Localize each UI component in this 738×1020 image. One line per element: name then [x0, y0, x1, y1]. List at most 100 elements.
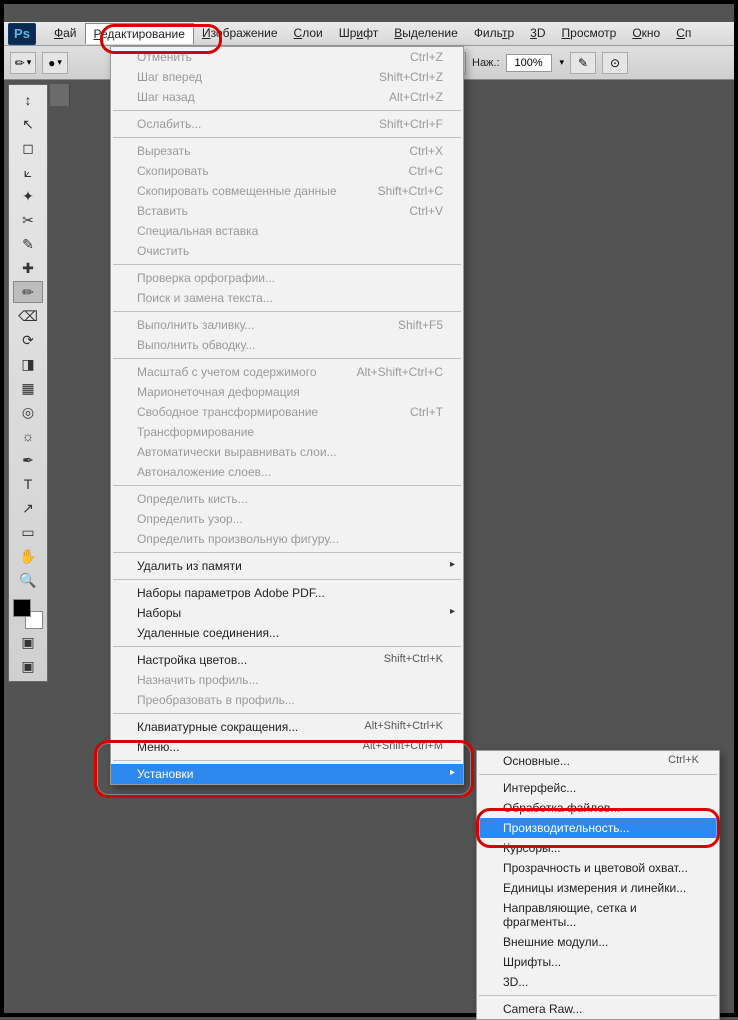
menu-entry[interactable]: Удаленные соединения...: [111, 623, 463, 643]
menu-item[interactable]: Слои: [286, 23, 331, 44]
zoom-tool[interactable]: 🔍: [13, 569, 43, 591]
pressure-label: Наж.:: [472, 57, 500, 69]
menu-entry: Определить узор...: [111, 509, 463, 529]
menu-entry-label: Наборы: [137, 606, 181, 620]
menu-entry-shortcut: Ctrl+C: [409, 164, 443, 178]
menu-entry[interactable]: Производительность...: [477, 818, 719, 838]
menu-item[interactable]: Изображение: [194, 23, 286, 44]
menu-entry: Выполнить заливку...Shift+F5: [111, 315, 463, 335]
menu-entry[interactable]: Меню...Alt+Shift+Ctrl+M: [111, 737, 463, 757]
menu-item[interactable]: Просмотр: [554, 23, 625, 44]
shape-tool[interactable]: ▭: [13, 521, 43, 543]
lasso-tool[interactable]: ⟀: [13, 161, 43, 183]
menu-separator: [479, 995, 717, 996]
menu-separator: [113, 311, 461, 312]
stamp-tool[interactable]: ⌫: [13, 305, 43, 327]
menu-entry[interactable]: Наборы параметров Adobe PDF...: [111, 583, 463, 603]
menu-entry-label: Camera Raw...: [503, 1002, 582, 1016]
menu-entry[interactable]: Основные...Ctrl+K: [477, 751, 719, 771]
menu-item[interactable]: Фай: [46, 23, 85, 44]
menu-item[interactable]: Окно: [624, 23, 668, 44]
menu-entry[interactable]: Направляющие, сетка и фрагменты...: [477, 898, 719, 932]
menu-entry-label: Назначить профиль...: [137, 673, 258, 687]
menu-separator: [113, 713, 461, 714]
menu-entry-label: Выполнить обводку...: [137, 338, 255, 352]
menu-entry[interactable]: Единицы измерения и линейки...: [477, 878, 719, 898]
menu-separator: [113, 110, 461, 111]
menu-entry[interactable]: Внешние модули...: [477, 932, 719, 952]
menu-entry: Масштаб с учетом содержимогоAlt+Shift+Ct…: [111, 362, 463, 382]
menu-entry-label: Шрифты...: [503, 955, 561, 969]
crop-tool[interactable]: ✂: [13, 209, 43, 231]
move-tool[interactable]: ↖: [13, 113, 43, 135]
titlebar: [4, 4, 734, 22]
eyedropper-tool[interactable]: ✎: [13, 233, 43, 255]
menu-entry-label: Проверка орфографии...: [137, 271, 275, 285]
pressure-input[interactable]: [506, 54, 552, 72]
menu-entry[interactable]: Прозрачность и цветовой охват...: [477, 858, 719, 878]
menu-entry[interactable]: Клавиатурные сокращения...Alt+Shift+Ctrl…: [111, 717, 463, 737]
menu-entry[interactable]: Шрифты...: [477, 952, 719, 972]
dodge-tool[interactable]: ☼: [13, 425, 43, 447]
menu-entry-label: Выполнить заливку...: [137, 318, 254, 332]
menu-entry[interactable]: 3D...: [477, 972, 719, 992]
menu-entry[interactable]: Установки: [111, 764, 463, 784]
edit-quickmask-icon[interactable]: ▣: [13, 631, 43, 653]
menu-entry[interactable]: Camera Raw...: [477, 999, 719, 1019]
menu-separator: [113, 137, 461, 138]
menu-entry: Поиск и замена текста...: [111, 288, 463, 308]
menu-entry-shortcut: Alt+Shift+Ctrl+M: [363, 740, 443, 754]
marquee-tool[interactable]: ◻: [13, 137, 43, 159]
menu-entry-label: Очистить: [137, 244, 189, 258]
menu-entry-label: Интерфейс...: [503, 781, 576, 795]
menu-entry-shortcut: Ctrl+V: [409, 204, 443, 218]
menu-item[interactable]: Фильтр: [466, 23, 522, 44]
menu-entry-shortcut: Ctrl+X: [409, 144, 443, 158]
pen-tool[interactable]: ✒: [13, 449, 43, 471]
menu-entry-label: Специальная вставка: [137, 224, 258, 238]
type-tool[interactable]: T: [13, 473, 43, 495]
menu-entry[interactable]: Удалить из памяти: [111, 556, 463, 576]
tool-preset-picker[interactable]: ✏▾: [10, 52, 36, 74]
menu-entry-label: Отменить: [137, 50, 192, 64]
menu-entry[interactable]: Интерфейс...: [477, 778, 719, 798]
history-brush[interactable]: ⟳: [13, 329, 43, 351]
menu-entry-label: 3D...: [503, 975, 528, 989]
menu-entry-label: Шаг назад: [137, 90, 195, 104]
brush-tool[interactable]: ✏: [13, 281, 43, 303]
menu-entry-label: Направляющие, сетка и фрагменты...: [503, 901, 699, 929]
menu-entry: Автоналожение слоев...: [111, 462, 463, 482]
menu-entry[interactable]: Обработка файлов...: [477, 798, 719, 818]
menu-entry[interactable]: Настройка цветов...Shift+Ctrl+K: [111, 650, 463, 670]
menu-entry-label: Установки: [137, 767, 193, 781]
menu-entry-shortcut: Ctrl+T: [410, 405, 443, 419]
path-select[interactable]: ↗: [13, 497, 43, 519]
menu-entry-label: Автоматически выравнивать слои...: [137, 445, 337, 459]
menu-entry-label: Прозрачность и цветовой охват...: [503, 861, 688, 875]
menu-item[interactable]: Редактирование: [85, 23, 194, 44]
eraser-tool[interactable]: ◨: [13, 353, 43, 375]
menu-entry[interactable]: Курсоры...: [477, 838, 719, 858]
healing-tool[interactable]: ✚: [13, 257, 43, 279]
menu-item[interactable]: Сп: [668, 23, 699, 44]
menu-entry-shortcut: Ctrl+K: [668, 754, 699, 768]
pressure-tablet-icon[interactable]: ✎: [570, 52, 596, 74]
menu-separator: [113, 485, 461, 486]
menu-entry[interactable]: Наборы: [111, 603, 463, 623]
menu-entry-label: Удалить из памяти: [137, 559, 242, 573]
expand[interactable]: ↕: [13, 89, 43, 111]
brush-preset-picker[interactable]: ●▾: [42, 52, 68, 74]
menu-item[interactable]: Выделение: [386, 23, 466, 44]
menu-item[interactable]: 3D: [522, 23, 553, 44]
doc-tabstrip: [50, 84, 70, 106]
hand-tool[interactable]: ✋: [13, 545, 43, 567]
brush-target-icon[interactable]: ⊙: [602, 52, 628, 74]
color-swatch[interactable]: [13, 599, 43, 629]
wand-tool[interactable]: ✦: [13, 185, 43, 207]
menu-item[interactable]: Шрифт: [331, 23, 386, 44]
menu-entry-label: Шаг вперед: [137, 70, 202, 84]
screenmode-icon[interactable]: ▣: [13, 655, 43, 677]
menu-entry-label: Внешние модули...: [503, 935, 608, 949]
blur-tool[interactable]: ◎: [13, 401, 43, 423]
gradient-tool[interactable]: ▦: [13, 377, 43, 399]
